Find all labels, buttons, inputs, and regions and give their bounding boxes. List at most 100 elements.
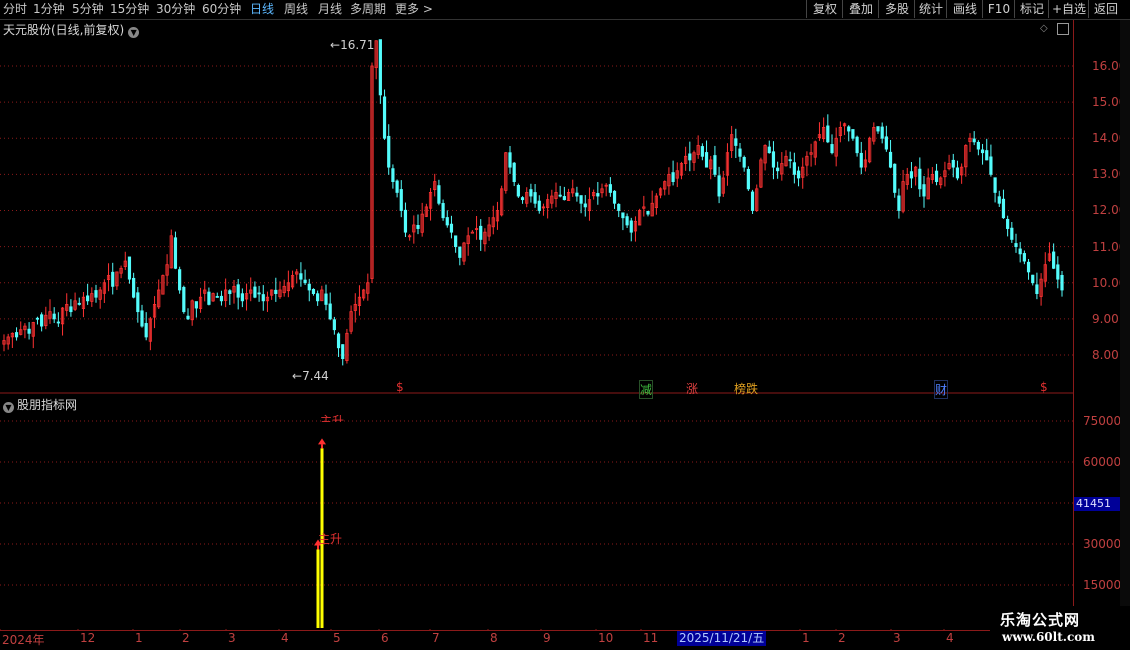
candle-body (625, 216, 629, 226)
candle-body (742, 157, 746, 168)
candle-body (194, 301, 198, 309)
chevron-down-icon[interactable]: ▼ (3, 402, 14, 413)
candle-body (746, 169, 750, 190)
candle-body (127, 256, 132, 280)
candle-body (336, 333, 341, 349)
event-marker-rise[interactable]: 涨 (686, 380, 698, 397)
candle-body (1031, 274, 1035, 284)
candle-body (851, 129, 855, 139)
candle-body (897, 195, 901, 211)
candle-body (261, 294, 265, 302)
candle-body (520, 197, 525, 201)
candle-body (454, 235, 458, 248)
candle-body (445, 217, 449, 226)
candle-body (972, 138, 976, 143)
candle-body (717, 175, 721, 197)
candle-body (617, 203, 621, 211)
candle-body (1014, 243, 1018, 248)
high-price-marker: ←16.71 (330, 38, 375, 52)
date-label: 6 (381, 631, 389, 645)
candle-body (771, 151, 776, 168)
candle-body (1056, 264, 1060, 280)
candle-body (316, 293, 320, 302)
date-label: 7 (432, 631, 440, 645)
candle-body (40, 314, 44, 327)
candle-body (529, 189, 533, 197)
candle-body (796, 170, 801, 179)
candle-body (35, 317, 40, 320)
event-marker-finance[interactable]: 财 (934, 380, 949, 399)
candle-body (14, 332, 19, 338)
candle-body (399, 189, 403, 211)
candle-body (324, 293, 328, 305)
candle-body (993, 177, 997, 193)
candle-body (792, 162, 796, 175)
date-label: 11 (643, 631, 659, 645)
candle-body (980, 149, 985, 154)
event-marker-reduce[interactable]: 减 (639, 380, 654, 399)
candle-body (562, 196, 566, 201)
candle-body (228, 290, 232, 294)
candle-body (859, 152, 863, 168)
candle-body (186, 315, 190, 320)
side-scroll-strip[interactable] (1120, 20, 1130, 610)
candle-body (240, 293, 244, 302)
candle-body (516, 184, 520, 197)
candle-body (750, 191, 755, 211)
date-label: 10 (598, 631, 614, 645)
candle-body (136, 292, 140, 313)
candle-body (1010, 227, 1014, 240)
kline-chart[interactable] (0, 0, 1073, 630)
candle-body (387, 135, 391, 168)
candle-body (328, 303, 332, 320)
candle-body (847, 126, 851, 132)
candle-body (888, 151, 893, 168)
candle-body (395, 180, 399, 193)
candle-body (893, 163, 897, 193)
candle-body (688, 153, 692, 161)
event-marker-dollar[interactable]: $ (1040, 380, 1048, 394)
candle-body (1001, 198, 1006, 219)
candle-body (307, 283, 311, 291)
date-axis (0, 630, 1073, 649)
candle-body (94, 290, 98, 298)
candle-body (579, 195, 583, 204)
candle-body (713, 155, 717, 175)
candle-body (512, 162, 516, 182)
candle-body (533, 192, 537, 204)
candle-body (182, 286, 186, 313)
candle-body (77, 302, 81, 305)
date-label: 4 (946, 631, 954, 645)
candle-body (253, 286, 257, 298)
candle-body (1022, 253, 1026, 262)
candle-body (215, 296, 219, 298)
candle-body (144, 323, 148, 338)
candle-body (537, 200, 541, 211)
back-button[interactable]: 返回 (1088, 0, 1123, 18)
candle-body (299, 273, 303, 280)
candle-body (1026, 261, 1031, 273)
watermark: 乐淘公式网 www.60lt.com (990, 606, 1130, 650)
candle-body (629, 220, 633, 233)
candle-body (56, 321, 60, 324)
date-label: 3 (228, 631, 236, 645)
up-arrow-icon (318, 438, 326, 445)
event-marker-dollar[interactable]: $ (396, 380, 404, 394)
indicator-title[interactable]: ▼ 股朋指标网 (3, 396, 77, 413)
date-label: 2 (838, 631, 846, 645)
candle-body (830, 144, 834, 154)
candle-body (332, 319, 336, 331)
candle-body (880, 126, 884, 139)
candle-body (989, 156, 993, 175)
candle-body (173, 237, 178, 269)
date-label: 8 (490, 631, 498, 645)
event-marker-list[interactable]: 榜跌 (734, 380, 758, 397)
candle-body (646, 210, 650, 215)
candle-body (558, 194, 562, 197)
candle-body (1018, 248, 1022, 255)
candle-body (378, 39, 382, 96)
candle-body (1035, 284, 1039, 294)
candle-body (437, 185, 441, 204)
cursor-date-badge: 2025/11/21/五 (677, 631, 767, 646)
candle-body (934, 170, 939, 182)
